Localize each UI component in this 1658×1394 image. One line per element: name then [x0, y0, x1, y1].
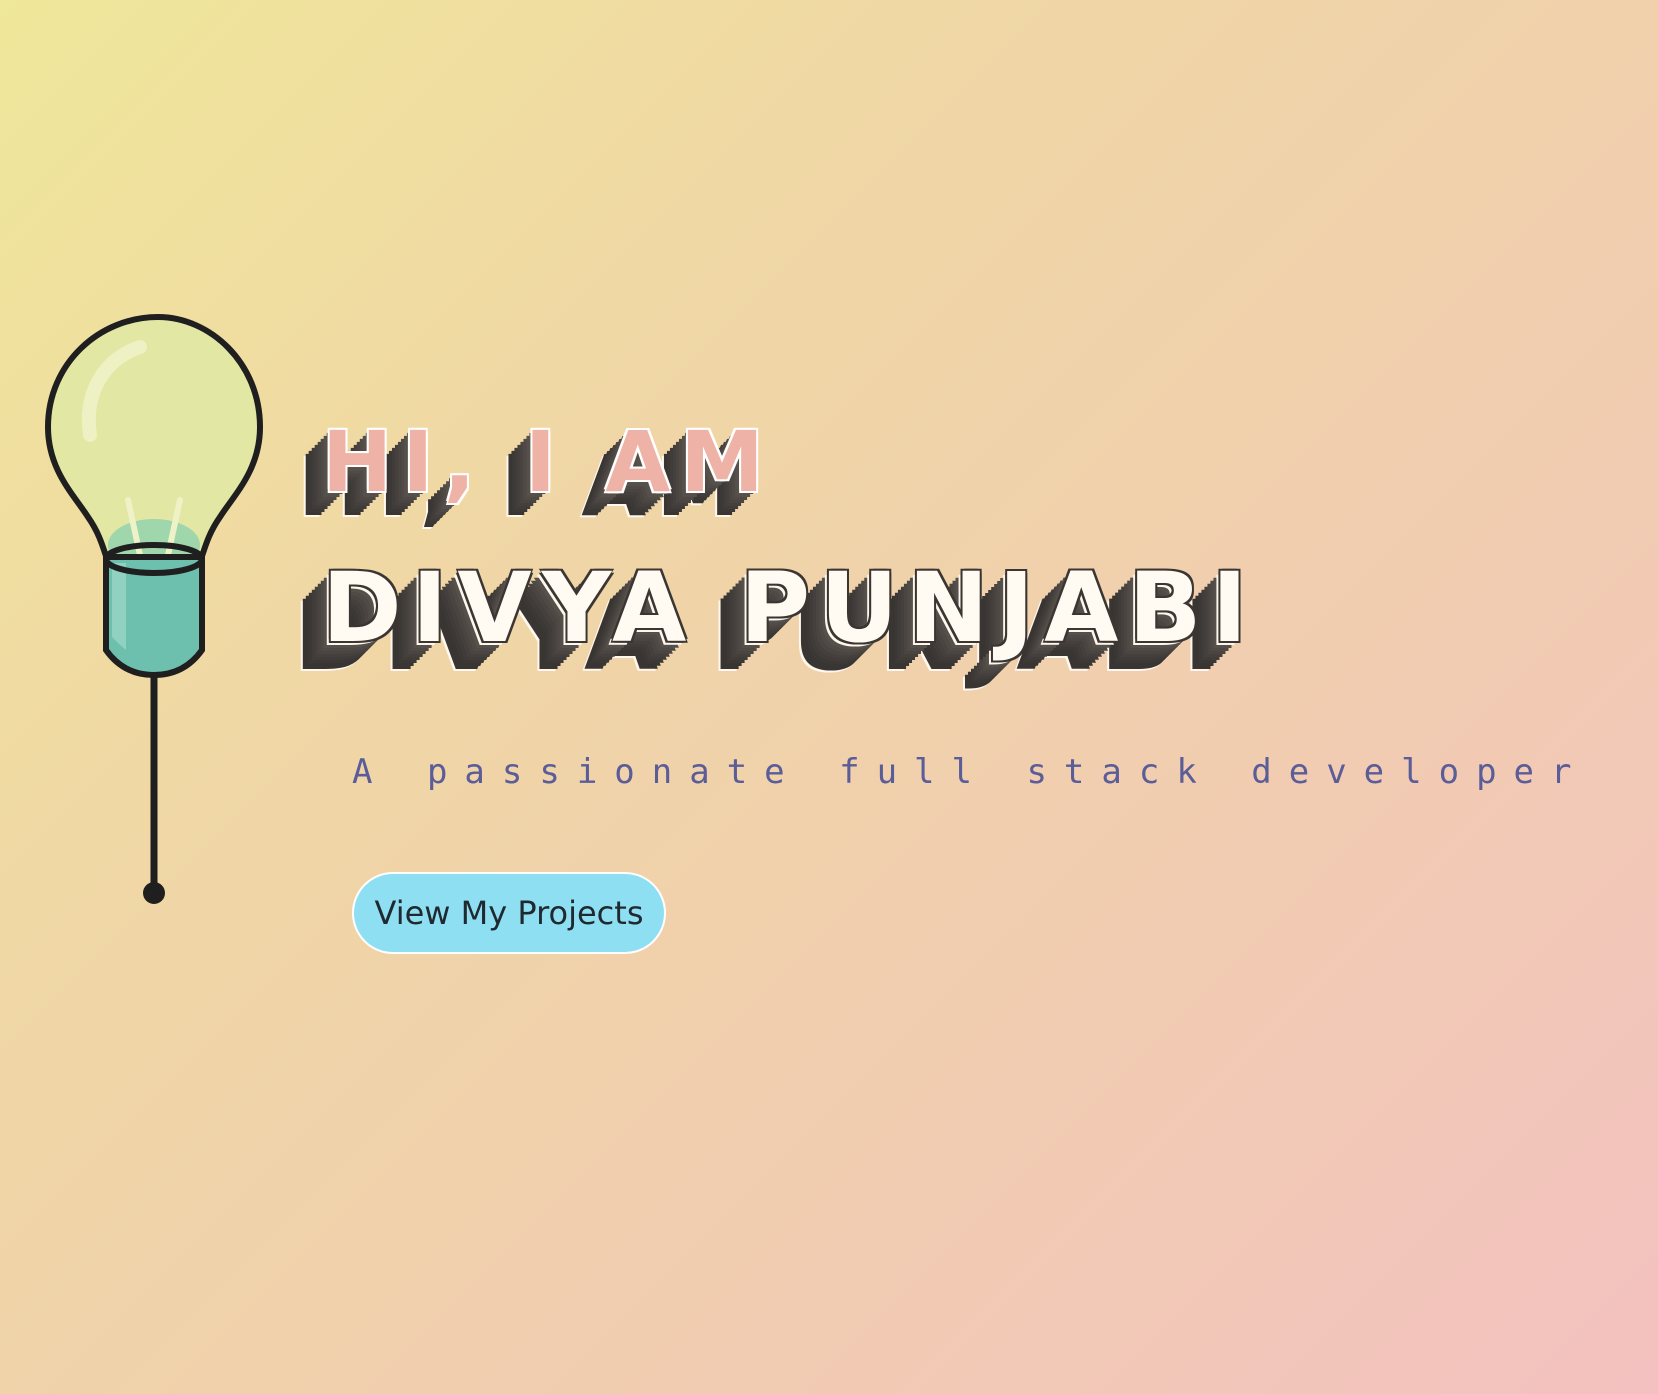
view-projects-button[interactable]: View My Projects — [352, 872, 666, 954]
tagline: A passionate full stack developer — [352, 752, 1589, 792]
hero-section: HI, I AM DIVYA PUNJABI A passionate full… — [0, 0, 1658, 1394]
greeting-heading: HI, I AM — [322, 413, 774, 511]
title-block: HI, I AM DIVYA PUNJABI — [322, 420, 1257, 656]
lightbulb-icon — [44, 313, 264, 904]
name-heading: DIVYA PUNJABI — [322, 552, 1258, 664]
